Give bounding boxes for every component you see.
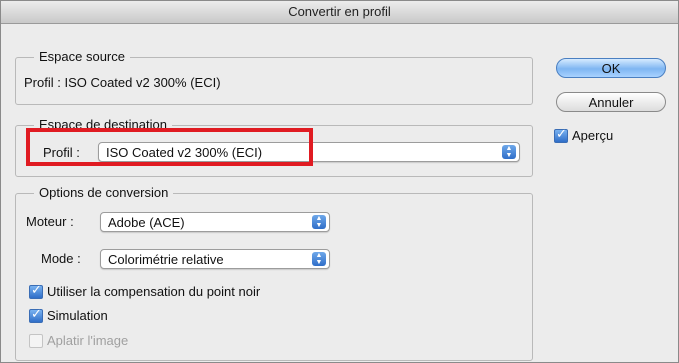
source-profile-text: Profil : ISO Coated v2 300% (ECI) xyxy=(24,75,221,90)
simulation-label[interactable]: Simulation xyxy=(47,308,108,324)
conversion-options-legend: Options de conversion xyxy=(34,185,174,201)
simulation-checkbox[interactable] xyxy=(29,307,43,323)
popup-arrows-icon: ▲ ▼ xyxy=(312,252,326,266)
popup-arrows-icon: ▲ ▼ xyxy=(312,215,326,229)
highlight-box xyxy=(26,128,313,166)
mode-label: Mode : xyxy=(41,251,81,266)
preview-checkbox[interactable] xyxy=(554,127,568,143)
flatten-checkbox[interactable] xyxy=(29,334,43,348)
conversion-options-group: Options de conversion Moteur : Adobe (AC… xyxy=(15,185,533,361)
source-space-legend: Espace source xyxy=(34,49,130,65)
preview-label[interactable]: Aperçu xyxy=(572,128,613,144)
black-point-label[interactable]: Utiliser la compensation du point noir xyxy=(47,284,260,300)
cancel-button[interactable]: Annuler xyxy=(556,92,666,112)
popup-arrows-icon: ▲ ▼ xyxy=(502,145,516,159)
engine-value: Adobe (ACE) xyxy=(108,215,185,230)
mode-select[interactable]: Colorimétrie relative ▲ ▼ xyxy=(100,249,330,269)
ok-button[interactable]: OK xyxy=(556,58,666,78)
window-title: Convertir en profil xyxy=(1,1,678,24)
engine-select[interactable]: Adobe (ACE) ▲ ▼ xyxy=(100,212,330,232)
convert-profile-dialog: Convertir en profil Espace source Profil… xyxy=(0,0,679,363)
mode-value: Colorimétrie relative xyxy=(108,252,224,267)
source-space-group: Espace source Profil : ISO Coated v2 300… xyxy=(15,49,533,105)
black-point-checkbox[interactable] xyxy=(29,283,43,299)
engine-label: Moteur : xyxy=(26,214,74,229)
flatten-label[interactable]: Aplatir l'image xyxy=(47,333,128,349)
